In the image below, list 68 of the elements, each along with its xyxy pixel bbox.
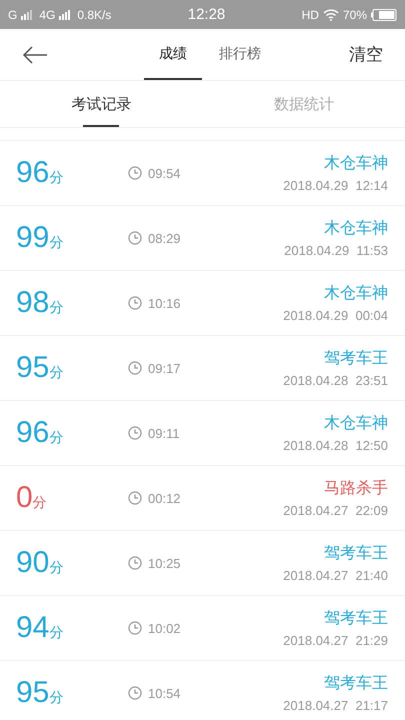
clock-icon [128,556,142,570]
rank-title: 驾考车王 [324,348,388,369]
clock-icon [128,491,142,505]
date-time: 2018.04.28 12:50 [283,438,388,453]
date-time: 2018.04.27 21:17 [283,698,388,713]
rank-title: 木仓车神 [324,283,388,304]
sub-tab[interactable]: 考试记录 [0,81,202,127]
date-time: 2018.04.27 22:09 [283,503,388,518]
hd-label: HD [302,8,319,22]
rank-title: 木仓车神 [324,153,388,174]
record-row[interactable]: 95分 10:54 驾考车王 2018.04.27 21:17 [0,661,405,720]
duration: 10:16 [148,296,181,310]
duration: 10:02 [148,620,181,636]
battery-percent: 70% [342,8,367,22]
clock-icon [128,686,142,700]
date-time: 2018.04.29 12:14 [283,178,388,193]
tab[interactable]: 成绩 [144,29,202,80]
score: 96分 [16,416,64,450]
rank-title: 驾考车王 [324,673,388,694]
date-time: 2018.04.29 11:53 [284,243,388,258]
score: 98分 [16,286,64,320]
score: 99分 [16,221,64,255]
clock-icon [128,231,142,245]
date-time: 2018.04.29 00:04 [283,308,388,323]
score: 95分 [16,676,64,710]
record-row[interactable]: 98分 10:16 木仓车神 2018.04.29 00:04 [0,271,405,336]
back-arrow-icon[interactable] [22,46,48,64]
record-row[interactable]: 0分 00:12 马路杀手 2018.04.27 22:09 [0,466,405,531]
score: 0分 [16,481,48,515]
record-row[interactable]: 95分 09:17 驾考车王 2018.04.28 23:51 [0,336,405,401]
rank-title: 木仓车神 [324,413,388,434]
record-row[interactable]: 90分 10:25 驾考车王 2018.04.27 21:40 [0,531,405,596]
tab[interactable]: 排行榜 [204,29,276,80]
score: 94分 [16,611,64,645]
clock-icon [128,361,142,375]
duration: 08:29 [148,230,181,246]
clock-icon [128,296,142,310]
score: 95分 [16,351,64,385]
record-row[interactable]: 96分 09:11 木仓车神 2018.04.28 12:50 [0,401,405,466]
duration: 09:11 [148,426,180,440]
duration: 00:12 [148,490,181,506]
rank-title: 木仓车神 [324,218,388,239]
date-time: 2018.04.27 21:29 [283,633,388,648]
record-row[interactable]: 94分 10:02 驾考车王 2018.04.27 21:29 [0,596,405,661]
date-time: 2018.04.27 21:40 [283,568,388,583]
duration: 09:54 [148,166,181,180]
clock-icon [128,166,142,180]
clock-icon [128,621,142,635]
rank-title: 驾考车王 [324,543,388,564]
duration: 09:17 [148,360,181,376]
network-speed: 0.8K/s [77,8,112,22]
battery-icon [371,8,397,20]
carrier-label: 4G [39,8,56,22]
record-row[interactable]: 99分 08:29 木仓车神 2018.04.29 11:53 [0,206,405,271]
clear-button[interactable]: 清空 [349,43,383,66]
carrier-label: G [8,8,18,22]
date-time: 2018.04.28 23:51 [283,373,388,388]
duration: 10:25 [148,556,181,570]
clock: 12:28 [188,6,226,23]
wifi-icon [322,8,339,20]
score: 96分 [16,156,64,190]
clock-icon [128,426,142,440]
duration: 10:54 [148,686,181,700]
score: 90分 [16,546,64,580]
sub-tab[interactable]: 数据统计 [202,81,405,127]
rank-title: 马路杀手 [324,478,388,499]
rank-title: 驾考车王 [324,608,388,629]
record-row[interactable]: 96分 09:54 木仓车神 2018.04.29 12:14 [0,141,405,206]
